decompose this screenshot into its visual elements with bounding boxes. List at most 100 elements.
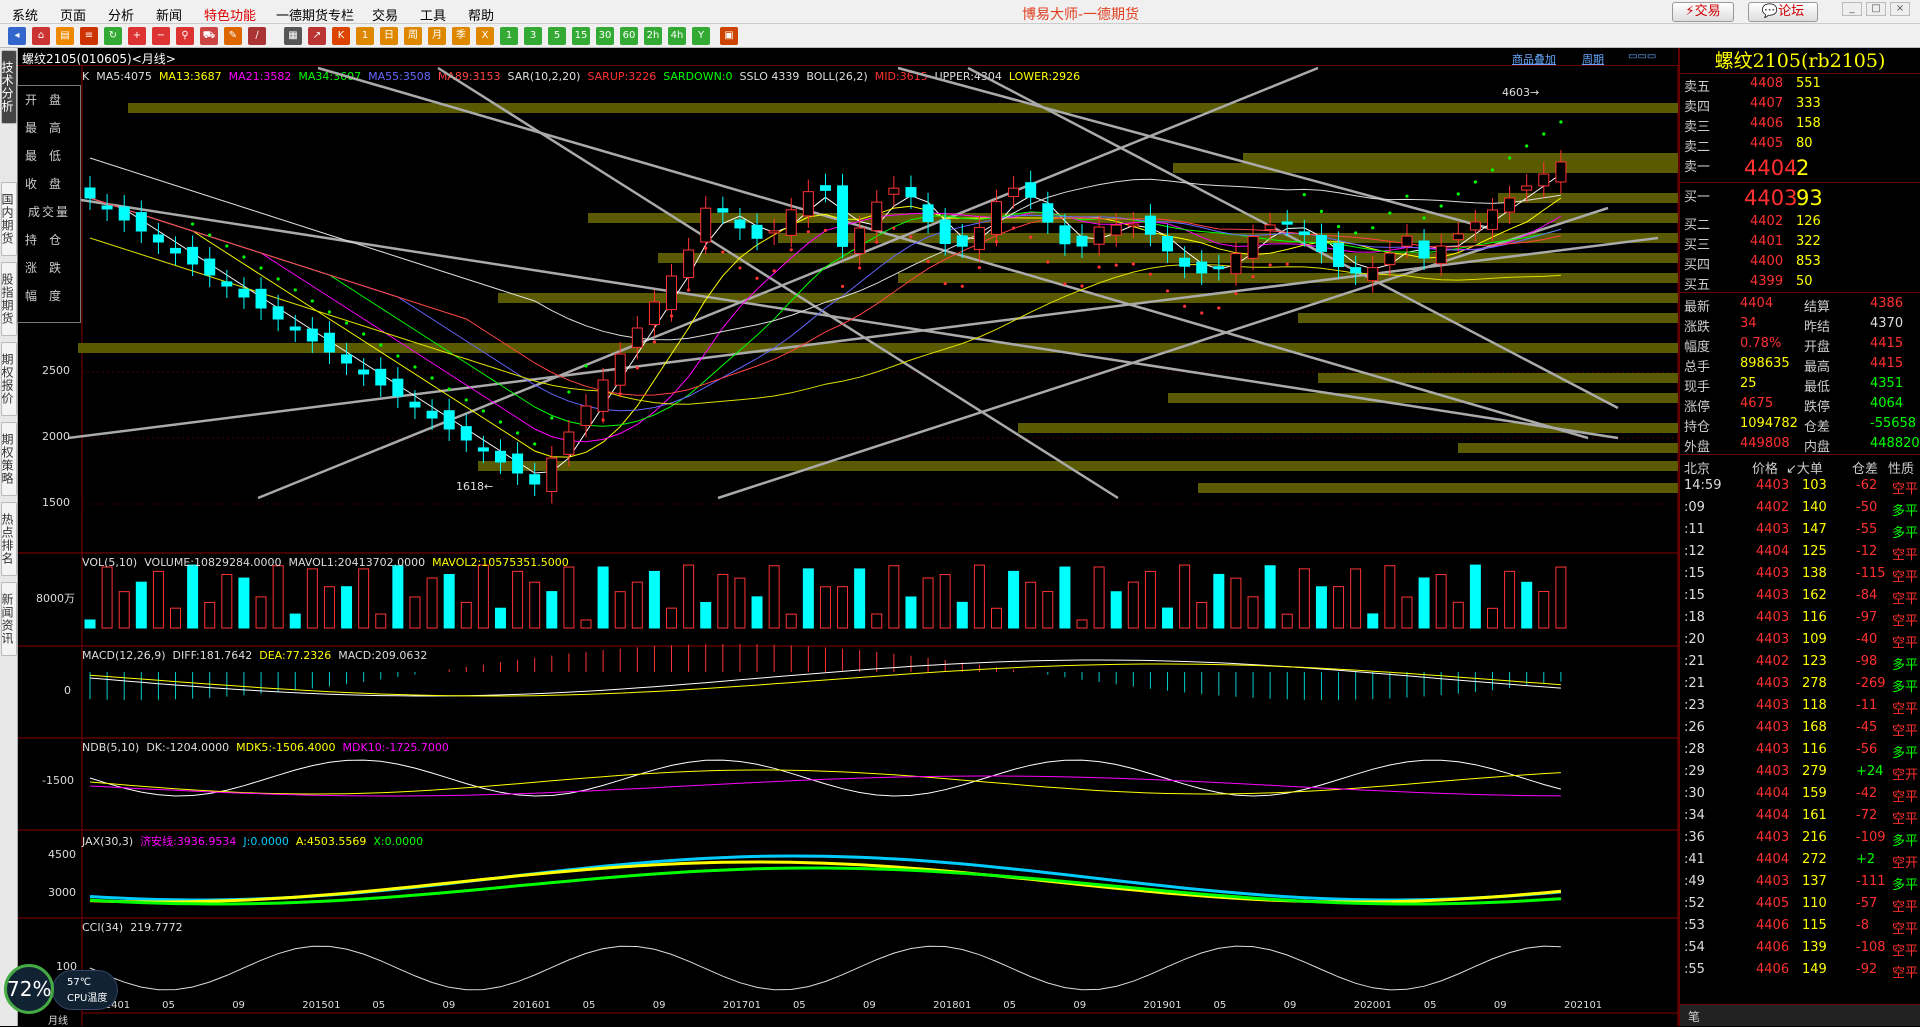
tick-row-cell: 空平 (1892, 548, 1919, 563)
tick-row-cell: -55 (1856, 522, 1878, 537)
m60-icon[interactable]: 60 (620, 27, 638, 45)
m5-icon[interactable]: 5 (548, 27, 566, 45)
tab-option-quote[interactable]: 期权报价 (0, 342, 17, 416)
menu-trade[interactable]: 交易 (372, 5, 398, 24)
volume-bars (84, 564, 1567, 629)
toolbar: ◂ ⌂ ▤ ≡ ↻ + − ⚲ ⛟ ✎ ∕ ▦ ↗ K 1 日 周 月 季 X … (0, 24, 1920, 48)
stat-row-cell: 4370 (1870, 316, 1904, 331)
m30-icon[interactable]: 30 (596, 27, 614, 45)
cart-icon[interactable]: ⛟ (200, 27, 218, 45)
tick-row-cell: -62 (1856, 478, 1878, 493)
h4-icon[interactable]: 4h (668, 27, 686, 45)
bid1-row-cell: 买一 (1684, 190, 1711, 205)
sar-dot (1507, 156, 1512, 160)
chart-icon[interactable]: ↗ (308, 27, 326, 45)
month-icon[interactable]: 月 (428, 27, 446, 45)
tick-row-cell: 4403 (1756, 676, 1790, 691)
multi-icon[interactable]: X (476, 27, 494, 45)
volume-bar (1281, 613, 1293, 629)
menu-page[interactable]: 页面 (60, 5, 86, 24)
menu-yide-column[interactable]: 一德期货专栏 (276, 5, 354, 24)
forum-button[interactable]: 💬论坛 (1748, 2, 1818, 22)
h2-icon[interactable]: 2h (644, 27, 662, 45)
tick-row-cell: 161 (1802, 808, 1827, 823)
day-icon[interactable]: 日 (380, 27, 398, 45)
candle-body (460, 426, 472, 441)
search-icon[interactable]: ⚲ (176, 27, 194, 45)
tab-hot-rank[interactable]: 热点排名 (0, 502, 17, 576)
min1-icon[interactable]: 1 (356, 27, 374, 45)
zoom-in-icon[interactable]: + (128, 27, 146, 45)
close-button[interactable]: × (1890, 2, 1910, 16)
tab-technical[interactable]: 技术分析 (0, 50, 17, 124)
volume-bar (1144, 570, 1156, 629)
arrow-icon[interactable]: ◂ (8, 27, 26, 45)
list-icon[interactable]: ≡ (80, 27, 98, 45)
stat-row-cell: 总手 (1684, 360, 1711, 375)
minimize-button[interactable]: _ (1842, 2, 1862, 16)
vol-volume: VOLUME:10829284.0000 (144, 556, 282, 569)
ask-row-cell: 卖三 (1684, 120, 1711, 135)
calc-icon[interactable]: ▣ (720, 27, 738, 45)
ndb-indicators: NDB(5,10) DK:-1204.0000 MDK5:-1506.4000 … (82, 741, 449, 754)
menu-analysis[interactable]: 分析 (108, 5, 134, 24)
tab-news[interactable]: 新闻资讯 (0, 582, 17, 656)
refresh-icon[interactable]: ↻ (104, 27, 122, 45)
candle-body (392, 378, 404, 397)
sar-dot (1319, 209, 1324, 213)
line-icon[interactable]: ∕ (248, 27, 266, 45)
contract-title: 螺纹2105(rb2105) (1680, 48, 1920, 74)
candle-body (973, 227, 985, 251)
tick-row: :21 4403 278 -269 多平 (1680, 674, 1920, 696)
tab-domestic-futures[interactable]: 国内期货 (0, 182, 17, 256)
bid-row-cell: 126 (1796, 214, 1821, 229)
bid-row-cell: 买三 (1684, 238, 1711, 253)
sub-indicator-lines (89, 659, 1562, 991)
trade-button[interactable]: ⚡交易 (1672, 2, 1734, 22)
chart-area[interactable]: 螺纹2105(010605)<月线> 商品叠加 周期 ▭▭▭ K MA5:407… (17, 48, 1678, 1027)
home-icon[interactable]: ⌂ (32, 27, 50, 45)
y-icon[interactable]: Y (692, 27, 710, 45)
macd-dea: DEA:77.2326 (259, 649, 332, 662)
volume-bar (922, 577, 934, 629)
book-icon[interactable]: ▤ (56, 27, 74, 45)
menu-tools[interactable]: 工具 (420, 5, 446, 24)
k-chart-icon[interactable]: K (332, 27, 350, 45)
sar-dot (481, 409, 485, 413)
menu-help[interactable]: 帮助 (468, 5, 494, 24)
zoom-out-icon[interactable]: − (152, 27, 170, 45)
cpu-temp: 57℃ (67, 977, 91, 988)
menu-news[interactable]: 新闻 (156, 5, 182, 24)
season-icon[interactable]: 季 (452, 27, 470, 45)
m1-icon[interactable]: 1 (500, 27, 518, 45)
pen-icon[interactable]: ✎ (224, 27, 242, 45)
cpu-widget[interactable]: 57℃ CPU温度 72% (0, 960, 120, 1026)
m3-icon[interactable]: 3 (524, 27, 542, 45)
tick-row-cell: 多平 (1892, 878, 1919, 893)
maximize-button[interactable]: □ (1866, 2, 1886, 16)
sar-dot (1234, 291, 1238, 296)
volume-bar (272, 565, 284, 629)
candle-body (734, 219, 746, 229)
candle-body (768, 230, 780, 234)
menu-bar: 系统 页面 分析 新闻 特色功能 一德期货专栏 交易 工具 帮助 博易大师-一德… (0, 0, 1920, 24)
menu-features[interactable]: 特色功能 (204, 5, 256, 24)
tick-row-cell: 多平 (1892, 504, 1919, 519)
sar-dot (1097, 265, 1101, 269)
sar-dot (1559, 120, 1563, 124)
m15-icon[interactable]: 15 (572, 27, 590, 45)
stat-row-cell: 仓差 (1804, 420, 1831, 435)
volume-bar (905, 596, 917, 629)
stat-row: 现手 25 最低 4351 (1680, 374, 1920, 395)
sar-dot (1217, 306, 1221, 310)
tab-index-futures[interactable]: 股指期货 (0, 262, 17, 336)
table-icon[interactable]: ▦ (284, 27, 302, 45)
volume-bar (1401, 596, 1413, 629)
week-icon[interactable]: 周 (404, 27, 422, 45)
tab-option-strategy[interactable]: 期权策略 (0, 422, 17, 496)
candle-body (272, 306, 284, 320)
volume-bar (1504, 570, 1516, 629)
tick-row-cell: 空平 (1892, 900, 1919, 915)
tick-row-cell: 137 (1802, 874, 1827, 889)
menu-system[interactable]: 系统 (12, 5, 38, 24)
